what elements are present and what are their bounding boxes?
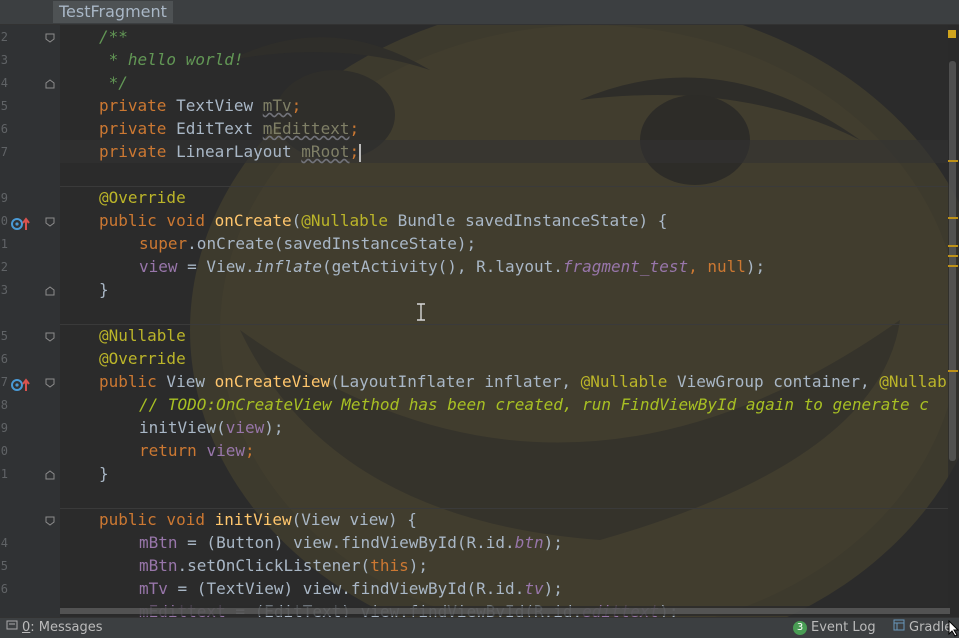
tool-window-bar: 0: Messages 3 Event Log Gradle bbox=[0, 617, 959, 638]
fold-marker-icon[interactable] bbox=[45, 286, 55, 296]
editor-gutter: 2 3 4 5 6 7 9 0 1 2 3 5 6 7 8 9 0 1 4 5 … bbox=[0, 25, 60, 617]
messages-mnemonic: 0 bbox=[22, 620, 31, 635]
code-line: // TODO:OnCreateView Method has been cre… bbox=[139, 395, 929, 414]
text-caret bbox=[359, 143, 362, 162]
code-line: } bbox=[99, 464, 109, 483]
line-number: 2 bbox=[0, 260, 8, 274]
editor-tab-testfragment[interactable]: TestFragment bbox=[53, 1, 173, 23]
line-number: 5 bbox=[0, 559, 8, 573]
gradle-icon bbox=[893, 618, 905, 638]
code-line: public View onCreateView(LayoutInflater … bbox=[99, 372, 948, 391]
override-arrow-icon[interactable] bbox=[11, 216, 31, 230]
code-line: mBtn = (Button) view.findViewById(R.id.b… bbox=[139, 533, 563, 552]
fold-marker-icon[interactable] bbox=[45, 378, 55, 388]
code-line: initView(view); bbox=[139, 418, 284, 437]
line-number: 1 bbox=[0, 467, 8, 481]
line-number: 0 bbox=[0, 444, 8, 458]
vertical-scrollbar[interactable] bbox=[948, 25, 959, 617]
event-log-tool-button[interactable]: 3 Event Log bbox=[793, 618, 876, 638]
gradle-tool-button[interactable]: Gradle bbox=[893, 618, 952, 638]
fold-marker-icon[interactable] bbox=[45, 516, 55, 526]
line-number: 3 bbox=[0, 53, 8, 67]
code-line: private EditText mEdittext; bbox=[99, 119, 360, 138]
error-stripe-mark[interactable] bbox=[948, 160, 958, 162]
line-number: 0 bbox=[0, 214, 8, 228]
line-number: 5 bbox=[0, 329, 8, 343]
line-number: 6 bbox=[0, 122, 8, 136]
error-stripe-mark[interactable] bbox=[948, 217, 958, 219]
line-number: 5 bbox=[0, 99, 8, 113]
code-line: public void initView(View view) { bbox=[99, 510, 417, 529]
line-number: 6 bbox=[0, 352, 8, 366]
code-line-current: private LinearLayout mRoot; bbox=[60, 140, 948, 163]
gradle-label: Gradle bbox=[909, 620, 953, 635]
error-stripe-mark[interactable] bbox=[948, 255, 958, 257]
code-line: @Override bbox=[99, 349, 186, 368]
messages-tool-button[interactable]: 0: Messages bbox=[6, 618, 103, 638]
fold-marker-icon[interactable] bbox=[45, 79, 55, 89]
code-line: mBtn.setOnClickListener(this); bbox=[139, 556, 428, 575]
code-line: */ bbox=[99, 73, 128, 92]
line-number: 2 bbox=[0, 30, 8, 44]
fold-marker-icon[interactable] bbox=[45, 332, 55, 342]
line-number: 1 bbox=[0, 237, 8, 251]
horizontal-scrollbar-thumb[interactable] bbox=[60, 608, 950, 614]
line-number: 3 bbox=[0, 283, 8, 297]
code-line: } bbox=[99, 280, 109, 299]
code-line: view = View.inflate(getActivity(), R.lay… bbox=[139, 257, 766, 276]
error-stripe-mark[interactable] bbox=[948, 245, 958, 247]
error-stripe-mark[interactable] bbox=[948, 370, 958, 372]
code-line: /** bbox=[99, 27, 128, 46]
horizontal-scrollbar[interactable] bbox=[60, 606, 950, 616]
line-number: 8 bbox=[0, 398, 8, 412]
code-line: public void onCreate(@Nullable Bundle sa… bbox=[99, 211, 668, 230]
text-cursor-icon bbox=[417, 303, 425, 321]
code-line: return view; bbox=[139, 441, 255, 460]
messages-icon bbox=[6, 618, 18, 638]
event-log-label: Event Log bbox=[811, 620, 876, 635]
line-number: 7 bbox=[0, 145, 8, 159]
override-arrow-icon[interactable] bbox=[11, 377, 31, 391]
fold-marker-icon[interactable] bbox=[45, 217, 55, 227]
mouse-pointer-icon bbox=[948, 620, 959, 637]
fold-marker-icon[interactable] bbox=[45, 33, 55, 43]
code-line: @Override bbox=[99, 188, 186, 207]
scrollbar-thumb[interactable] bbox=[949, 61, 956, 461]
code-line: @Nullable bbox=[99, 326, 186, 345]
line-number: 6 bbox=[0, 582, 8, 596]
messages-label: : Messages bbox=[30, 620, 103, 635]
code-line: * hello world! bbox=[99, 50, 244, 69]
code-editor[interactable]: /** * hello world! */ private TextView m… bbox=[60, 25, 948, 617]
line-number: 7 bbox=[0, 375, 8, 389]
code-line: super.onCreate(savedInstanceState); bbox=[139, 234, 477, 253]
line-number: 9 bbox=[0, 421, 8, 435]
line-number: 4 bbox=[0, 76, 8, 90]
method-separator bbox=[60, 186, 948, 187]
event-log-icon: 3 bbox=[793, 621, 807, 635]
line-number: 4 bbox=[0, 536, 8, 550]
fold-marker-icon[interactable] bbox=[45, 470, 55, 480]
error-stripe-mark[interactable] bbox=[948, 30, 956, 38]
line-number: 9 bbox=[0, 191, 8, 205]
code-line: mTv = (TextView) view.findViewById(R.id.… bbox=[139, 579, 563, 598]
code-line: private TextView mTv; bbox=[99, 96, 302, 115]
error-stripe-mark[interactable] bbox=[948, 265, 958, 267]
method-separator bbox=[60, 324, 948, 325]
editor-tab-bar: TestFragment bbox=[0, 0, 959, 25]
